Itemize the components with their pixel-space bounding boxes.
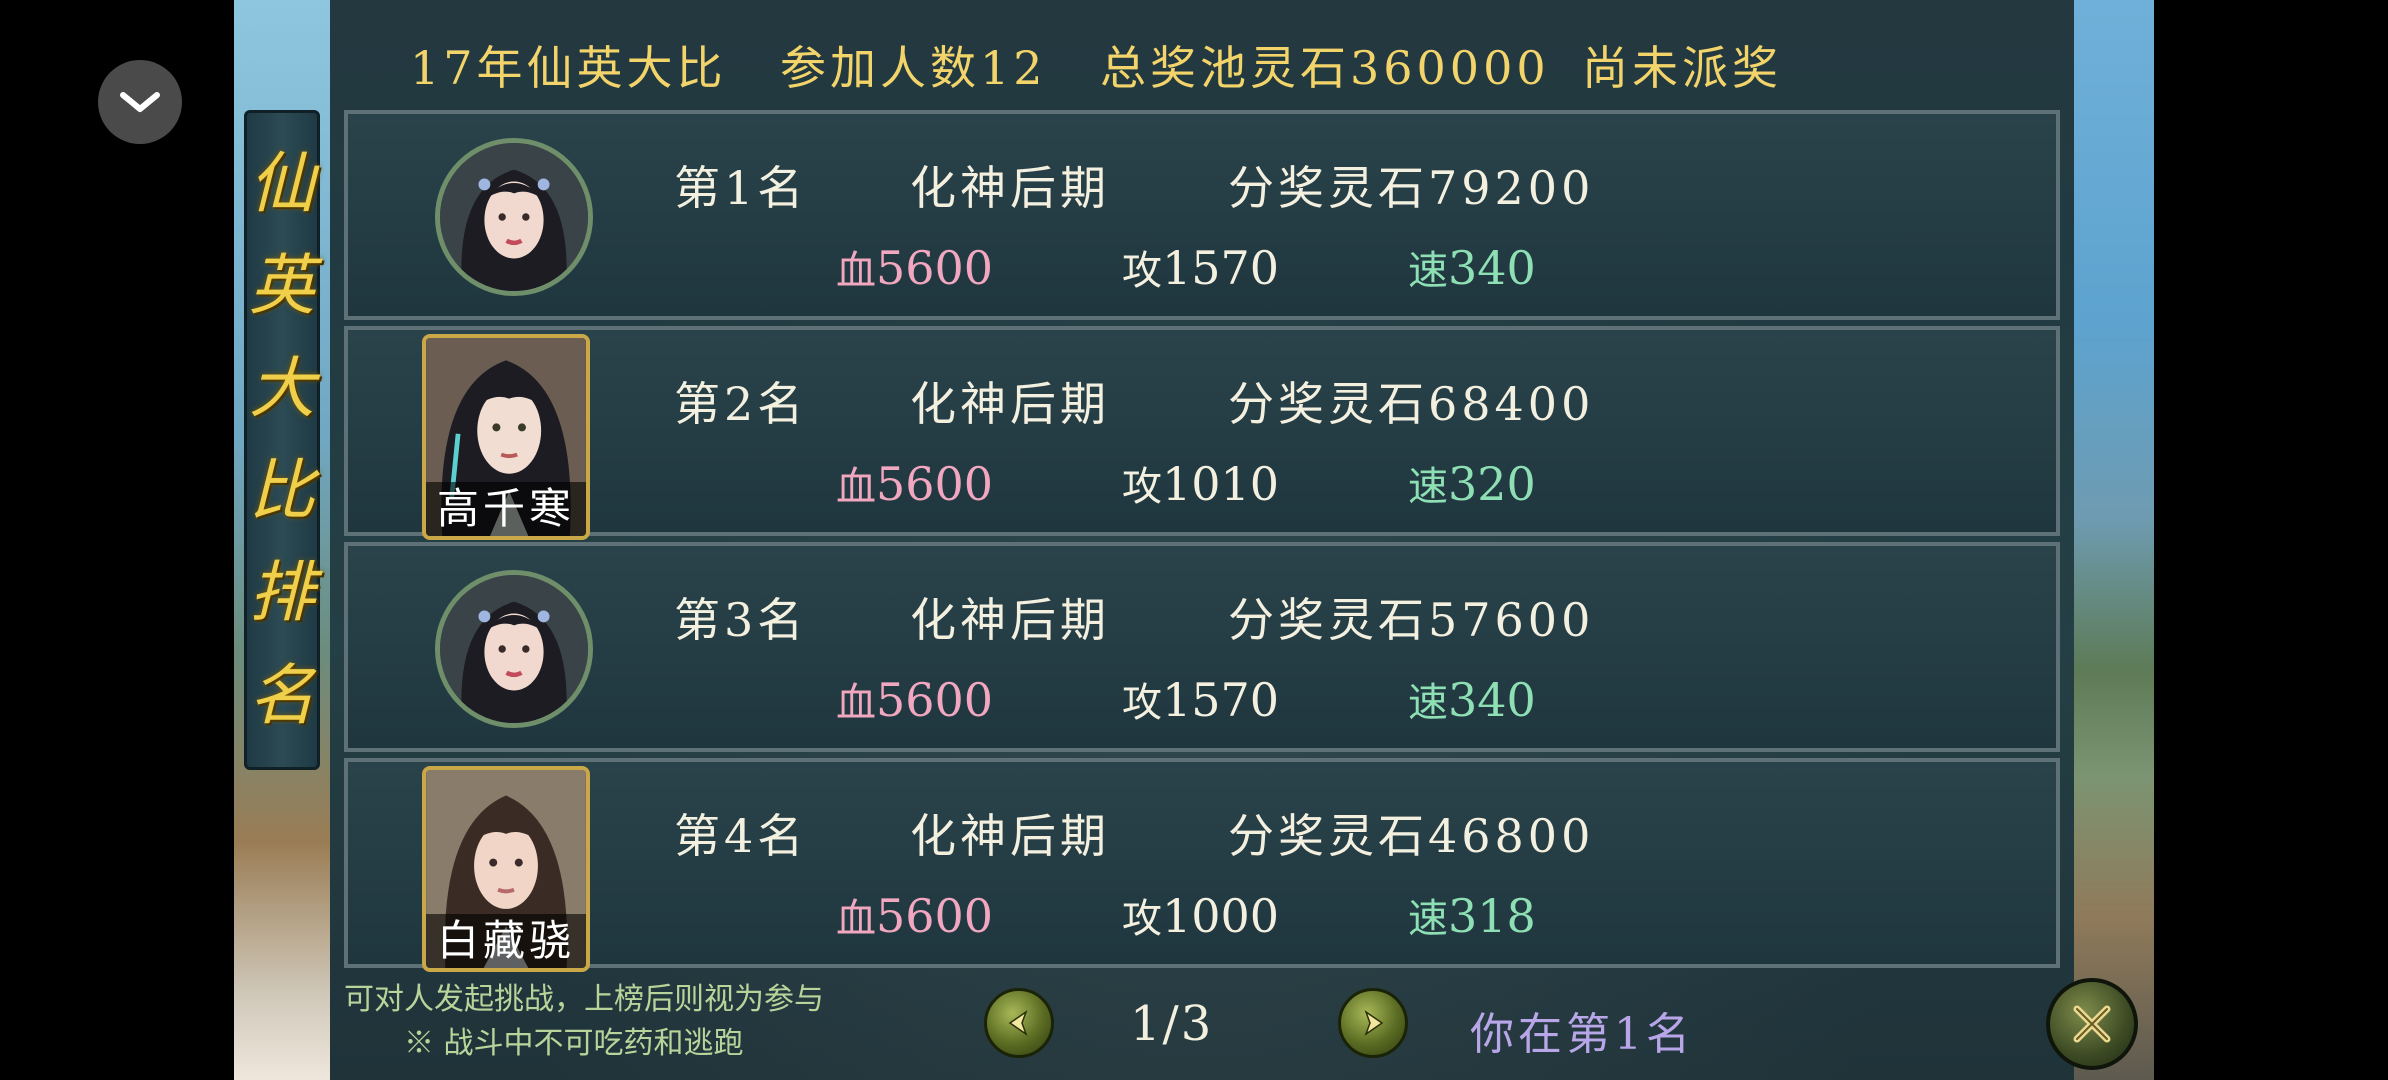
avatar[interactable]: 高千寒 xyxy=(422,334,590,540)
participant-count: 参加人数12 xyxy=(780,41,1047,95)
background-scenery-right xyxy=(2074,0,2154,1080)
attack-label: 攻 xyxy=(1122,464,1162,510)
prize-pool: 总奖池灵石360000 xyxy=(1100,41,1550,95)
hp-label: 血 xyxy=(836,680,876,726)
arrow-left-icon xyxy=(1008,1010,1028,1036)
hp-value: 5600 xyxy=(876,241,994,295)
ranking-footer: 可对人发起挑战，上榜后则视为参与 ※ 战斗中不可吃药和逃跑 1/3 你在第1名 xyxy=(330,970,2074,1080)
realm-label: 化神后期 xyxy=(910,377,1110,431)
ranking-panel: 17年仙英大比 参加人数12 总奖池灵石360000 尚未派奖 第1名 化神后期… xyxy=(330,0,2074,1080)
attack-value: 1570 xyxy=(1162,673,1280,727)
hp-label: 血 xyxy=(836,248,876,294)
reward-status: 尚未派奖 xyxy=(1582,41,1782,95)
ranking-row[interactable]: 第3名 化神后期 分奖灵石57600 血5600 攻1570 速340 xyxy=(344,542,2060,752)
notice-line: ※ 战斗中不可吃药和逃跑 xyxy=(404,1026,744,1061)
ranking-row[interactable]: 白藏骁 第4名 化神后期 分奖灵石46800 血5600 攻1000 速318 xyxy=(344,758,2060,972)
notice-line: 可对人发起挑战，上榜后则视为参与 xyxy=(344,982,824,1017)
hp-value: 5600 xyxy=(876,457,994,511)
portrait-icon xyxy=(440,575,588,723)
hp-stat: 血5600 xyxy=(836,886,993,944)
close-button[interactable] xyxy=(2046,978,2138,1070)
next-page-button[interactable] xyxy=(1338,988,1408,1058)
reward-label: 分奖灵石46800 xyxy=(1228,809,1595,863)
speed-label: 速 xyxy=(1408,248,1448,294)
speed-value: 318 xyxy=(1448,889,1536,943)
speed-stat: 速340 xyxy=(1408,670,1536,728)
attack-stat: 攻1570 xyxy=(1122,670,1279,728)
speed-value: 340 xyxy=(1448,241,1536,295)
hp-value: 5600 xyxy=(876,673,994,727)
ranking-title-banner: 仙 英 大 比 排 名 xyxy=(244,110,320,770)
hp-stat: 血5600 xyxy=(836,454,993,512)
reward-label: 分奖灵石79200 xyxy=(1228,161,1595,215)
attack-label: 攻 xyxy=(1122,896,1162,942)
hp-stat: 血5600 xyxy=(836,238,993,296)
realm-label: 化神后期 xyxy=(910,593,1110,647)
banner-char: 名 xyxy=(249,656,315,734)
rank-label: 第1名 xyxy=(674,161,808,215)
realm-label: 化神后期 xyxy=(910,809,1110,863)
attack-value: 1570 xyxy=(1162,241,1280,295)
page-indicator: 1/3 xyxy=(1130,996,1214,1052)
rank-label: 第2名 xyxy=(674,377,808,431)
avatar-name: 高千寒 xyxy=(426,482,586,536)
tournament-title: 17年仙英大比 xyxy=(410,41,727,95)
arrow-right-icon xyxy=(1364,1010,1384,1036)
speed-label: 速 xyxy=(1408,680,1448,726)
hp-value: 5600 xyxy=(876,889,994,943)
avatar[interactable] xyxy=(432,570,593,730)
banner-char: 英 xyxy=(249,247,315,325)
realm-label: 化神后期 xyxy=(910,161,1110,215)
banner-char: 排 xyxy=(249,554,315,632)
ranking-row[interactable]: 第1名 化神后期 分奖灵石79200 血5600 攻1570 速340 xyxy=(344,110,2060,320)
ranking-row[interactable]: 高千寒 第2名 化神后期 分奖灵石68400 血5600 攻1010 速320 xyxy=(344,326,2060,540)
speed-value: 320 xyxy=(1448,457,1536,511)
speed-stat: 速320 xyxy=(1408,454,1536,512)
speed-label: 速 xyxy=(1408,464,1448,510)
screen: 仙 英 大 比 排 名 17年仙英大比 参加人数12 总奖池灵石360000 尚… xyxy=(0,0,2388,1080)
attack-stat: 攻1570 xyxy=(1122,238,1279,296)
speed-value: 340 xyxy=(1448,673,1536,727)
attack-label: 攻 xyxy=(1122,248,1162,294)
attack-value: 1010 xyxy=(1162,457,1280,511)
tournament-header: 17年仙英大比 参加人数12 总奖池灵石360000 尚未派奖 xyxy=(330,0,2074,112)
hp-stat: 血5600 xyxy=(836,670,993,728)
chevron-down-icon xyxy=(120,92,160,112)
collapse-button[interactable] xyxy=(98,60,182,144)
rank-label: 第3名 xyxy=(674,593,808,647)
banner-char: 仙 xyxy=(249,145,315,223)
my-rank-label: 你在第1名 xyxy=(1470,1009,1694,1060)
rank-label: 第4名 xyxy=(674,809,808,863)
prev-page-button[interactable] xyxy=(984,988,1054,1058)
rules-notice: 可对人发起挑战，上榜后则视为参与 ※ 战斗中不可吃药和逃跑 xyxy=(344,978,824,1066)
game-viewport: 仙 英 大 比 排 名 17年仙英大比 参加人数12 总奖池灵石360000 尚… xyxy=(234,0,2154,1080)
reward-label: 分奖灵石57600 xyxy=(1228,593,1595,647)
avatar[interactable]: 白藏骁 xyxy=(422,766,590,972)
attack-value: 1000 xyxy=(1162,889,1280,943)
portrait-icon xyxy=(440,143,588,291)
speed-stat: 速340 xyxy=(1408,238,1536,296)
attack-stat: 攻1010 xyxy=(1122,454,1279,512)
hp-label: 血 xyxy=(836,896,876,942)
avatar-name: 白藏骁 xyxy=(426,914,586,968)
speed-stat: 速318 xyxy=(1408,886,1536,944)
reward-label: 分奖灵石68400 xyxy=(1228,377,1595,431)
close-x-icon xyxy=(2073,1005,2111,1043)
hp-label: 血 xyxy=(836,464,876,510)
ranking-list: 第1名 化神后期 分奖灵石79200 血5600 攻1570 速340 高千寒 … xyxy=(344,110,2060,974)
avatar[interactable] xyxy=(432,138,593,298)
attack-label: 攻 xyxy=(1122,680,1162,726)
banner-char: 比 xyxy=(249,452,315,530)
banner-char: 大 xyxy=(249,349,315,427)
attack-stat: 攻1000 xyxy=(1122,886,1279,944)
speed-label: 速 xyxy=(1408,896,1448,942)
